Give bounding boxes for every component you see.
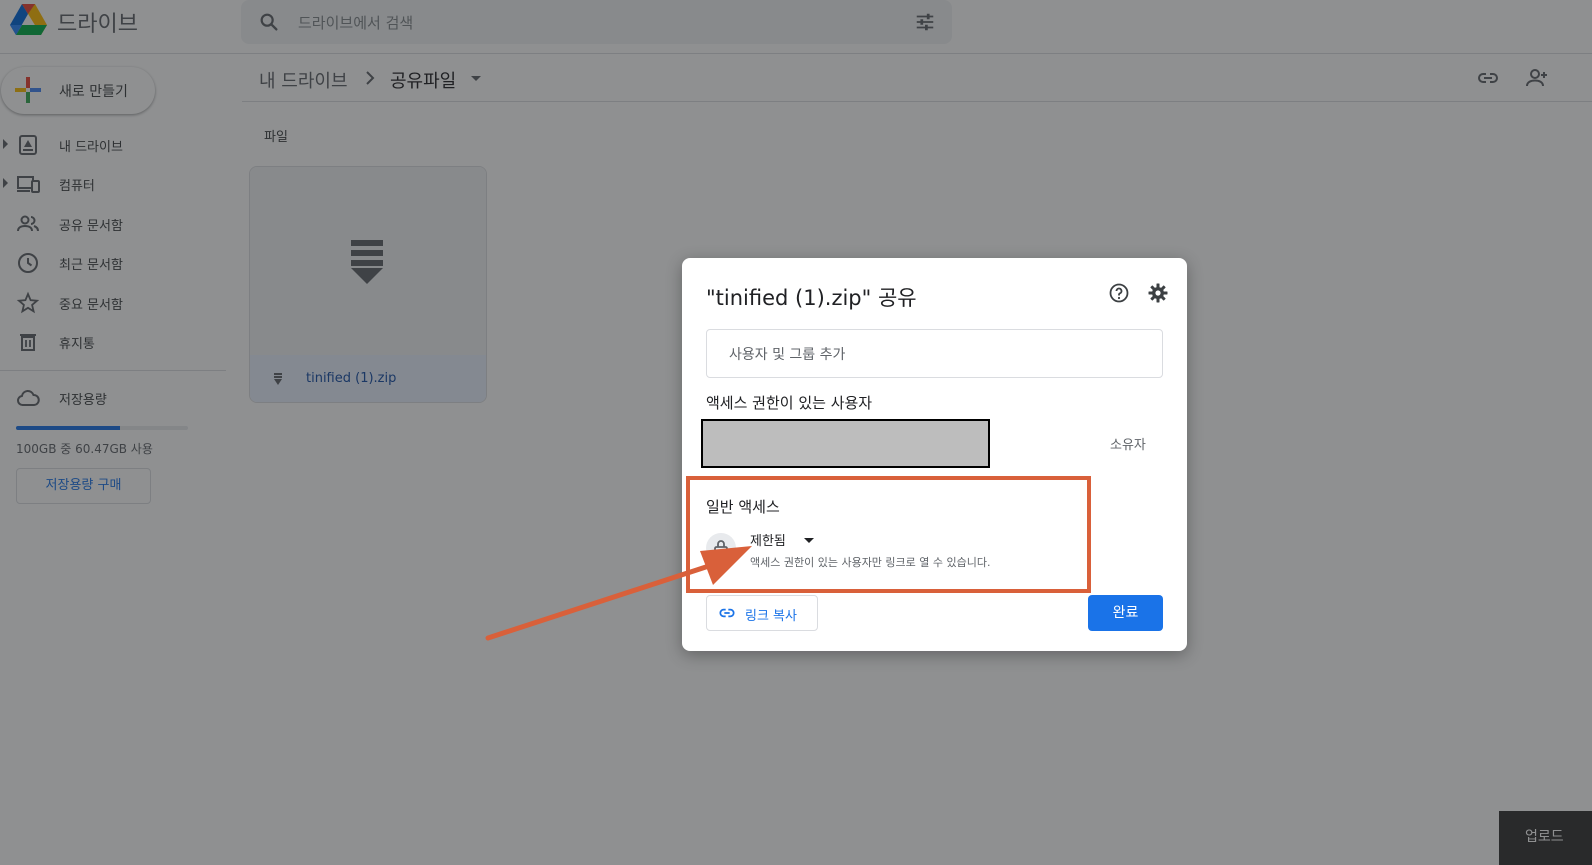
copy-link-button[interactable]: 링크 복사: [706, 595, 818, 631]
owner-role-label: 소유자: [1110, 438, 1146, 453]
dialog-title: "tinified (1).zip" 공유: [706, 286, 917, 310]
gear-icon[interactable]: [1148, 283, 1168, 303]
people-with-access-label: 액세스 권한이 있는 사용자: [706, 394, 873, 412]
annotation-highlight-box: [686, 476, 1091, 593]
link-icon: [719, 608, 735, 618]
add-people-input[interactable]: 사용자 및 그룹 추가: [706, 329, 1163, 378]
done-button[interactable]: 완료: [1088, 595, 1163, 631]
copy-link-label: 링크 복사: [745, 609, 797, 624]
help-icon[interactable]: [1109, 283, 1129, 303]
redacted-owner-info: [701, 419, 990, 468]
